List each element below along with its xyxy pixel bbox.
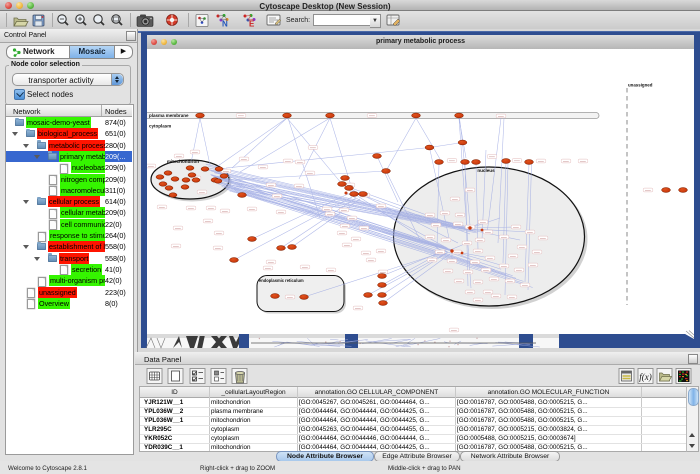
svg-text:endoplasmic reticulum: endoplasmic reticulum <box>259 278 304 283</box>
svg-text:unassigned: unassigned <box>628 83 653 88</box>
svg-text:mitochondrion: mitochondrion <box>167 159 199 164</box>
svg-text:f(x): f(x) <box>639 372 652 382</box>
svg-text:plasma membrane: plasma membrane <box>149 113 189 118</box>
svg-text:cytoplasm: cytoplasm <box>149 124 171 129</box>
svg-text:E: E <box>249 20 255 29</box>
svg-text:nucleus: nucleus <box>477 168 495 173</box>
svg-text:N: N <box>222 20 228 29</box>
